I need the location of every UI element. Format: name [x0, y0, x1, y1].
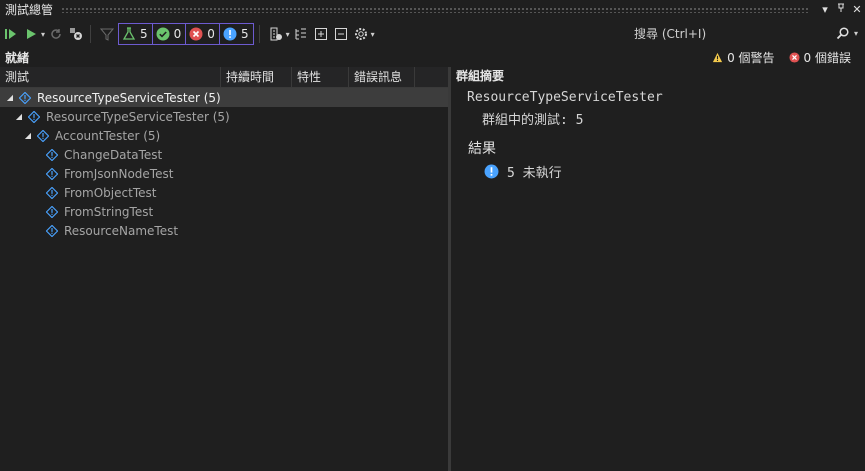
tree-row-test[interactable]: FromStringTest — [0, 202, 448, 221]
summary-tests-in-group: 群組中的測試: 5 — [482, 113, 584, 128]
not-run-icon — [18, 91, 32, 105]
group-by-button[interactable] — [292, 23, 310, 45]
repeat-icon — [47, 25, 65, 43]
summary-group-name: ResourceTypeServiceTester — [467, 90, 663, 105]
collapse-all-icon — [332, 25, 350, 43]
total-count: 5 — [140, 27, 148, 41]
search-icon[interactable] — [833, 26, 853, 40]
collapse-arrow-icon[interactable]: ◢ — [23, 131, 33, 140]
toolbar-separator — [90, 25, 92, 43]
test-tree: ◢ ResourceTypeServiceTester (5) ◢ Resour… — [0, 88, 448, 240]
not-run-icon — [45, 186, 59, 200]
errors-count: 0 個錯誤 — [803, 50, 851, 65]
passed-count: 0 — [173, 27, 182, 41]
repeat-last-run-button[interactable] — [47, 23, 65, 45]
drag-grip[interactable] — [61, 6, 809, 13]
status-row: 就緒 0 個警告 0 個錯誤 — [0, 48, 865, 66]
tree-row-label: ResourceTypeServiceTester (5) — [46, 109, 230, 124]
summary-not-run-text: 5 未執行 — [507, 166, 562, 181]
failed-icon — [189, 27, 203, 41]
tree-row-test[interactable]: ChangeDataTest — [0, 145, 448, 164]
summary-results-heading: 結果 — [468, 141, 496, 157]
failed-count: 0 — [207, 27, 215, 41]
collapse-arrow-icon[interactable]: ◢ — [14, 112, 24, 121]
playlist-button[interactable]: ▾ — [267, 23, 290, 45]
cancel-run-button[interactable] — [67, 23, 85, 45]
total-tests-filter[interactable]: 5 — [119, 24, 152, 44]
tree-row-namespace[interactable]: ◢ ResourceTypeServiceTester (5) — [0, 107, 448, 126]
filter-button[interactable] — [98, 23, 116, 45]
test-list-pane: 測試 持續時間 特性 錯誤訊息 ◢ ResourceTypeServiceTes… — [0, 67, 448, 471]
not-run-icon — [45, 167, 59, 181]
tree-row-label: ResourceTypeServiceTester (5) — [37, 90, 221, 105]
hierarchy-icon — [292, 25, 310, 43]
toolbar-separator — [258, 25, 260, 43]
playlist-dropdown-icon[interactable]: ▾ — [286, 30, 290, 39]
pin-icon[interactable] — [833, 3, 849, 16]
window-position-dropdown-icon[interactable]: ▾ — [817, 3, 833, 16]
column-header-duration[interactable]: 持續時間 — [221, 67, 292, 87]
playlist-icon — [267, 25, 285, 43]
error-icon — [789, 51, 800, 63]
tree-row-label: FromObjectTest — [64, 185, 157, 200]
summary-header: 群組摘要 — [456, 69, 505, 83]
tree-row-class[interactable]: ◢ AccountTester (5) — [0, 126, 448, 145]
run-button[interactable]: ▾ — [22, 23, 45, 45]
summary-not-run-link[interactable]: 5 未執行 — [451, 162, 865, 181]
run-dropdown-icon[interactable]: ▾ — [41, 30, 45, 39]
settings-dropdown-icon[interactable]: ▾ — [371, 30, 375, 39]
passed-icon — [156, 27, 170, 41]
run-all-button[interactable] — [2, 23, 20, 45]
run-all-icon — [2, 25, 20, 43]
column-header-test[interactable]: 測試 — [0, 67, 221, 87]
tree-row-project[interactable]: ◢ ResourceTypeServiceTester (5) — [0, 88, 448, 107]
tree-row-test[interactable]: FromJsonNodeTest — [0, 164, 448, 183]
column-header-row: 測試 持續時間 特性 錯誤訊息 — [0, 67, 448, 88]
not-run-icon — [45, 205, 59, 219]
collapse-arrow-icon[interactable]: ◢ — [5, 93, 15, 102]
not-run-icon — [223, 27, 237, 41]
group-summary-pane: 群組摘要 ResourceTypeServiceTester 群組中的測試: 5… — [451, 67, 865, 471]
gear-icon — [352, 25, 370, 43]
tree-row-label: FromStringTest — [64, 204, 154, 219]
collapse-all-button[interactable] — [332, 23, 350, 45]
search-box[interactable]: 搜尋 (Ctrl+I) ▾ — [628, 23, 858, 43]
passed-tests-filter[interactable]: 0 — [151, 24, 186, 44]
not-run-icon — [484, 164, 499, 179]
status-text: 就緒 — [5, 50, 30, 65]
run-icon — [22, 25, 40, 43]
tree-row-label: ResourceNameTest — [64, 223, 179, 238]
tree-row-test[interactable]: FromObjectTest — [0, 183, 448, 202]
cancel-run-icon — [67, 25, 85, 43]
column-header-error-message[interactable]: 錯誤訊息 — [349, 67, 415, 87]
warning-icon — [713, 52, 723, 62]
warnings-count: 0 個警告 — [727, 50, 775, 65]
search-input[interactable]: 搜尋 (Ctrl+I) — [628, 25, 833, 42]
settings-button[interactable]: ▾ — [352, 23, 375, 45]
expand-all-button[interactable] — [312, 23, 330, 45]
not-run-icon — [27, 110, 41, 124]
not-run-icon — [45, 148, 59, 162]
errors-badge[interactable]: 0 個錯誤 — [789, 49, 851, 66]
column-header-traits[interactable]: 特性 — [292, 67, 349, 87]
flask-icon — [122, 27, 136, 41]
warnings-badge[interactable]: 0 個警告 — [712, 49, 775, 66]
outcome-counters: 5 0 0 5 — [118, 23, 254, 45]
expand-all-icon — [312, 25, 330, 43]
tree-row-label: ChangeDataTest — [64, 147, 163, 162]
failed-tests-filter[interactable]: 0 — [185, 24, 219, 44]
close-icon[interactable]: ✕ — [849, 3, 865, 16]
column-header-spacer — [415, 67, 448, 87]
window-title: 測試總管 — [5, 3, 54, 17]
search-dropdown-icon[interactable]: ▾ — [854, 29, 858, 38]
not-run-tests-filter[interactable]: 5 — [218, 24, 253, 44]
title-bar: 測試總管 ▾ ✕ — [0, 0, 865, 19]
not-run-icon — [45, 224, 59, 238]
not-run-icon — [36, 129, 50, 143]
tree-row-label: AccountTester (5) — [55, 128, 161, 143]
not-run-count: 5 — [240, 27, 249, 41]
tree-row-label: FromJsonNodeTest — [64, 166, 174, 181]
tree-row-test[interactable]: ResourceNameTest — [0, 221, 448, 240]
filter-icon — [98, 25, 116, 43]
